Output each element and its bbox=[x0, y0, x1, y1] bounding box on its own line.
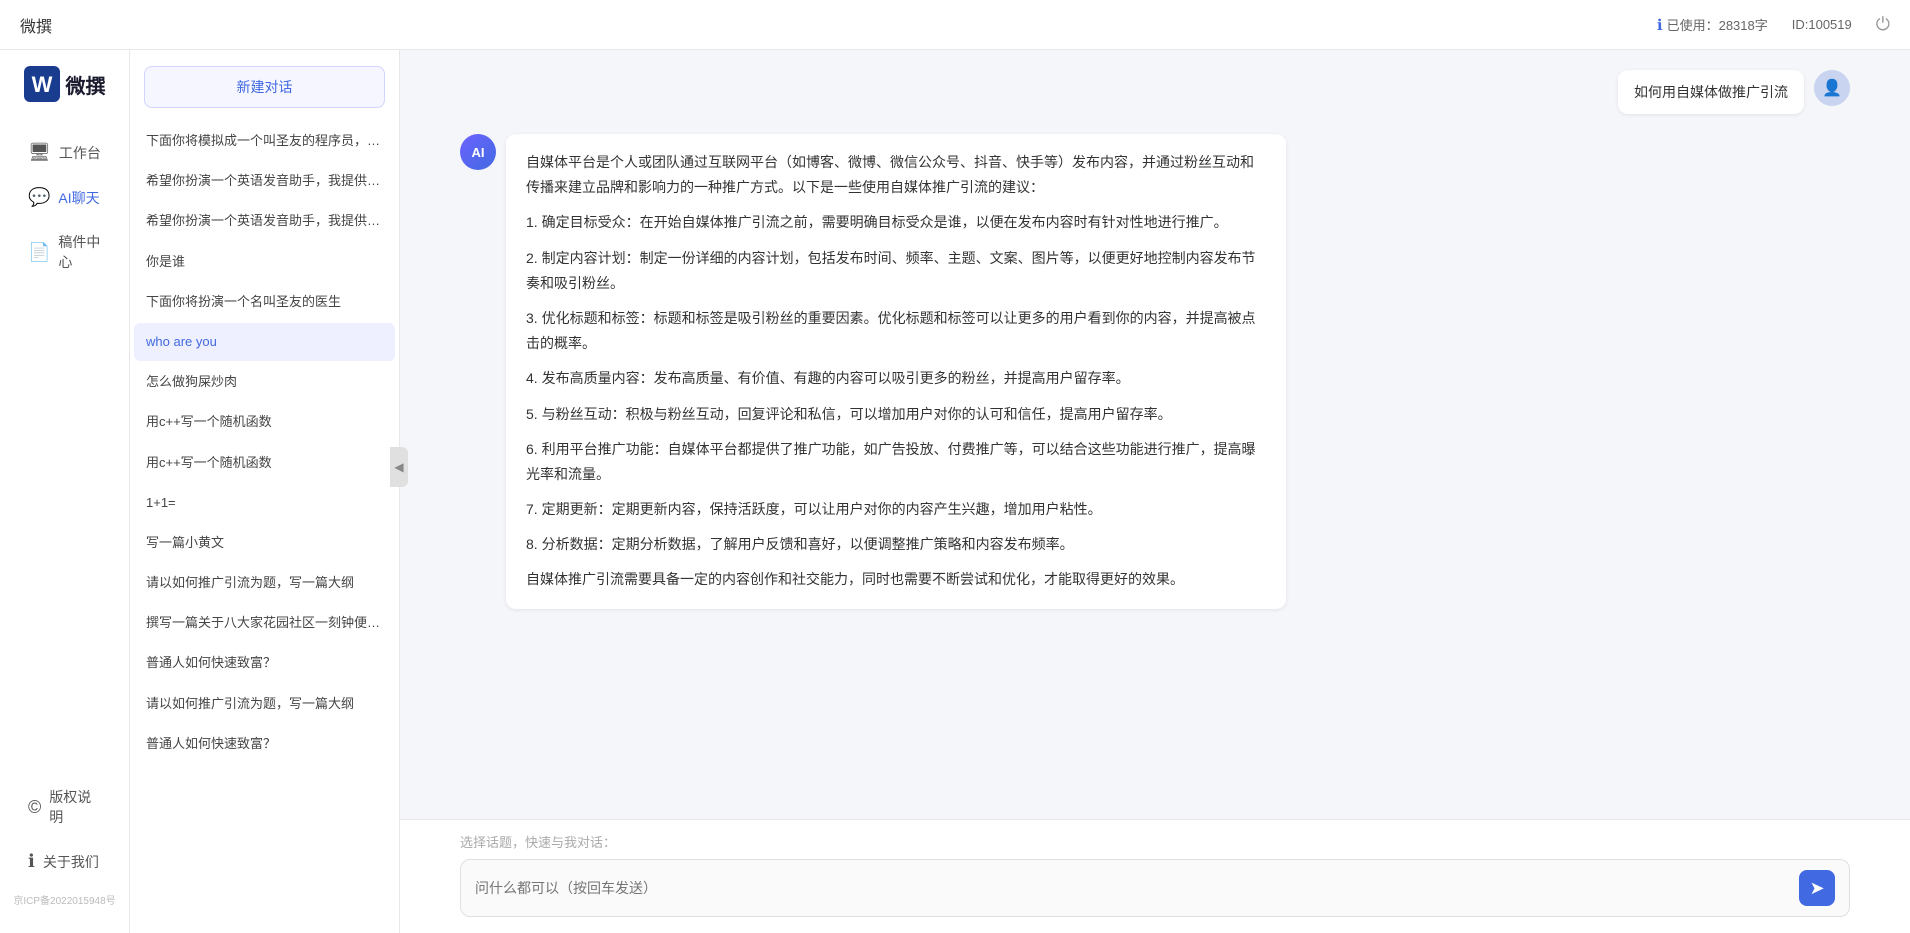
user-avatar: 👤 bbox=[1814, 70, 1850, 106]
ai-message-content: 自媒体平台是个人或团队通过互联网平台（如博客、微博、微信公众号、抖音、快手等）发… bbox=[506, 134, 1286, 609]
ai-paragraph: 5. 与粉丝互动：积极与粉丝互动，回复评论和私信，可以增加用户对你的认可和信任，… bbox=[526, 402, 1266, 427]
about-icon: ℹ bbox=[28, 851, 35, 872]
svg-text:W: W bbox=[31, 72, 52, 97]
topic-hint: 选择话题，快速与我对话： bbox=[460, 832, 1850, 851]
list-item[interactable]: 希望你扮演一个英语发音助手，我提供给你... bbox=[134, 162, 395, 200]
ai-paragraph: 1. 确定目标受众：在开始自媒体推广引流之前，需要明确目标受众是谁，以便在发布内… bbox=[526, 210, 1266, 235]
list-item[interactable]: 下面你将模拟成一个叫圣友的程序员，我说... bbox=[134, 122, 395, 160]
chat-area: 如何用自媒体做推广引流 👤 AI 自媒体平台是个人或团队通过互联网平台（如博客、… bbox=[400, 50, 1910, 933]
list-item[interactable]: 用c++写一个随机函数 bbox=[134, 403, 395, 441]
drafts-icon: 📄 bbox=[28, 242, 50, 263]
ai-avatar: AI bbox=[460, 134, 496, 170]
topbar-title: 微撰 bbox=[20, 13, 52, 37]
chat-input-area: 选择话题，快速与我对话： ➤ bbox=[400, 819, 1910, 933]
copyright-label: 版权说明 bbox=[49, 787, 101, 827]
usage-text: 已使用：28318字 bbox=[1667, 15, 1768, 34]
user-message: 如何用自媒体做推广引流 👤 bbox=[460, 70, 1850, 114]
ai-paragraph: 自媒体平台是个人或团队通过互联网平台（如博客、微博、微信公众号、抖音、快手等）发… bbox=[526, 150, 1266, 200]
workbench-label: 工作台 bbox=[59, 143, 101, 163]
sidebar-item-ai-chat[interactable]: 💬 AI聊天 bbox=[8, 177, 121, 218]
ai-paragraph: 6. 利用平台推广功能：自媒体平台都提供了推广功能，如广告投放、付费推广等，可以… bbox=[526, 437, 1266, 487]
nav-items: 🖥 工作台 💬 AI聊天 📄 稿件中心 bbox=[0, 132, 129, 282]
list-item[interactable]: 写一篇小黄文 bbox=[134, 524, 395, 562]
ai-paragraph: 自媒体推广引流需要具备一定的内容创作和社交能力，同时也需要不断尝试和优化，才能取… bbox=[526, 567, 1266, 592]
left-nav: W 微撰 🖥 工作台 💬 AI聊天 📄 稿件中心 © 版权说明 bbox=[0, 50, 130, 933]
drafts-label: 稿件中心 bbox=[58, 232, 101, 272]
sidebar-item-drafts[interactable]: 📄 稿件中心 bbox=[8, 222, 121, 282]
list-item[interactable]: 撰写一篇关于八大家花园社区一刻钟便民生... bbox=[134, 604, 395, 642]
list-item[interactable]: 普通人如何快速致富？ bbox=[134, 725, 395, 763]
list-item[interactable]: 普通人如何快速致富？ bbox=[134, 644, 395, 682]
list-item[interactable]: 你是谁 bbox=[134, 243, 395, 281]
ai-message: AI 自媒体平台是个人或团队通过互联网平台（如博客、微博、微信公众号、抖音、快手… bbox=[460, 134, 1850, 609]
send-icon: ➤ bbox=[1809, 878, 1824, 899]
info-icon: ℹ bbox=[1657, 16, 1663, 34]
send-button[interactable]: ➤ bbox=[1799, 870, 1835, 906]
power-icon[interactable]: ⏻ bbox=[1876, 14, 1890, 35]
topbar: 微撰 ℹ 已使用：28318字 ID:100519 ⏻ bbox=[0, 0, 1910, 50]
list-item[interactable]: 希望你扮演一个英语发音助手，我提供给你... bbox=[134, 202, 395, 240]
ai-chat-icon: 💬 bbox=[28, 187, 50, 208]
about-label: 关于我们 bbox=[43, 852, 99, 872]
new-conversation-button[interactable]: 新建对话 bbox=[144, 66, 385, 108]
usage-area: ℹ 已使用：28318字 bbox=[1657, 15, 1768, 34]
ai-chat-label: AI聊天 bbox=[58, 188, 99, 208]
sidebar-item-about[interactable]: ℹ 关于我们 bbox=[8, 841, 121, 882]
logo-text: 微撰 bbox=[66, 70, 106, 99]
list-item[interactable]: 请以如何推广引流为题，写一篇大纲 bbox=[134, 685, 395, 723]
chat-input[interactable] bbox=[475, 880, 1799, 896]
list-item[interactable]: 请以如何推广引流为题，写一篇大纲 bbox=[134, 564, 395, 602]
chevron-left-icon: ◀ bbox=[394, 460, 403, 474]
ai-paragraph: 8. 分析数据：定期分析数据，了解用户反馈和喜好，以便调整推广策略和内容发布频率… bbox=[526, 532, 1266, 557]
list-item[interactable]: who are you bbox=[134, 323, 395, 361]
chat-messages: 如何用自媒体做推广引流 👤 AI 自媒体平台是个人或团队通过互联网平台（如博客、… bbox=[400, 50, 1910, 819]
ai-paragraph: 7. 定期更新：定期更新内容，保持活跃度，可以让用户对你的内容产生兴趣，增加用户… bbox=[526, 497, 1266, 522]
input-box: ➤ bbox=[460, 859, 1850, 917]
icp-text: 京ICP备2022015948号 bbox=[0, 886, 129, 913]
topbar-right: ℹ 已使用：28318字 ID:100519 ⏻ bbox=[1657, 14, 1890, 35]
copyright-icon: © bbox=[28, 797, 41, 818]
nav-bottom: © 版权说明 ℹ 关于我们 京ICP备2022015948号 bbox=[0, 777, 129, 933]
user-message-content: 如何用自媒体做推广引流 bbox=[1618, 70, 1804, 114]
ai-paragraph: 4. 发布高质量内容：发布高质量、有价值、有趣的内容可以吸引更多的粉丝，并提高用… bbox=[526, 366, 1266, 391]
logo-icon: W bbox=[24, 66, 60, 102]
conversation-list: 下面你将模拟成一个叫圣友的程序员，我说...希望你扮演一个英语发音助手，我提供给… bbox=[130, 120, 399, 933]
id-text: ID:100519 bbox=[1792, 17, 1852, 32]
list-item[interactable]: 1+1= bbox=[134, 484, 395, 522]
collapse-panel-button[interactable]: ◀ bbox=[390, 447, 408, 487]
workbench-icon: 🖥 bbox=[28, 142, 51, 163]
list-item[interactable]: 用c++写一个随机函数 bbox=[134, 444, 395, 482]
ai-paragraph: 3. 优化标题和标签：标题和标签是吸引粉丝的重要因素。优化标题和标签可以让更多的… bbox=[526, 306, 1266, 356]
sidebar-item-copyright[interactable]: © 版权说明 bbox=[8, 777, 121, 837]
list-item[interactable]: 下面你将扮演一个名叫圣友的医生 bbox=[134, 283, 395, 321]
main-layout: W 微撰 🖥 工作台 💬 AI聊天 📄 稿件中心 © 版权说明 bbox=[0, 50, 1910, 933]
ai-paragraph: 2. 制定内容计划：制定一份详细的内容计划，包括发布时间、频率、主题、文案、图片… bbox=[526, 246, 1266, 296]
conv-panel: 新建对话 下面你将模拟成一个叫圣友的程序员，我说...希望你扮演一个英语发音助手… bbox=[130, 50, 400, 933]
sidebar-item-workbench[interactable]: 🖥 工作台 bbox=[8, 132, 121, 173]
list-item[interactable]: 怎么做狗屎炒肉 bbox=[134, 363, 395, 401]
logo-area: W 微撰 bbox=[14, 66, 116, 102]
